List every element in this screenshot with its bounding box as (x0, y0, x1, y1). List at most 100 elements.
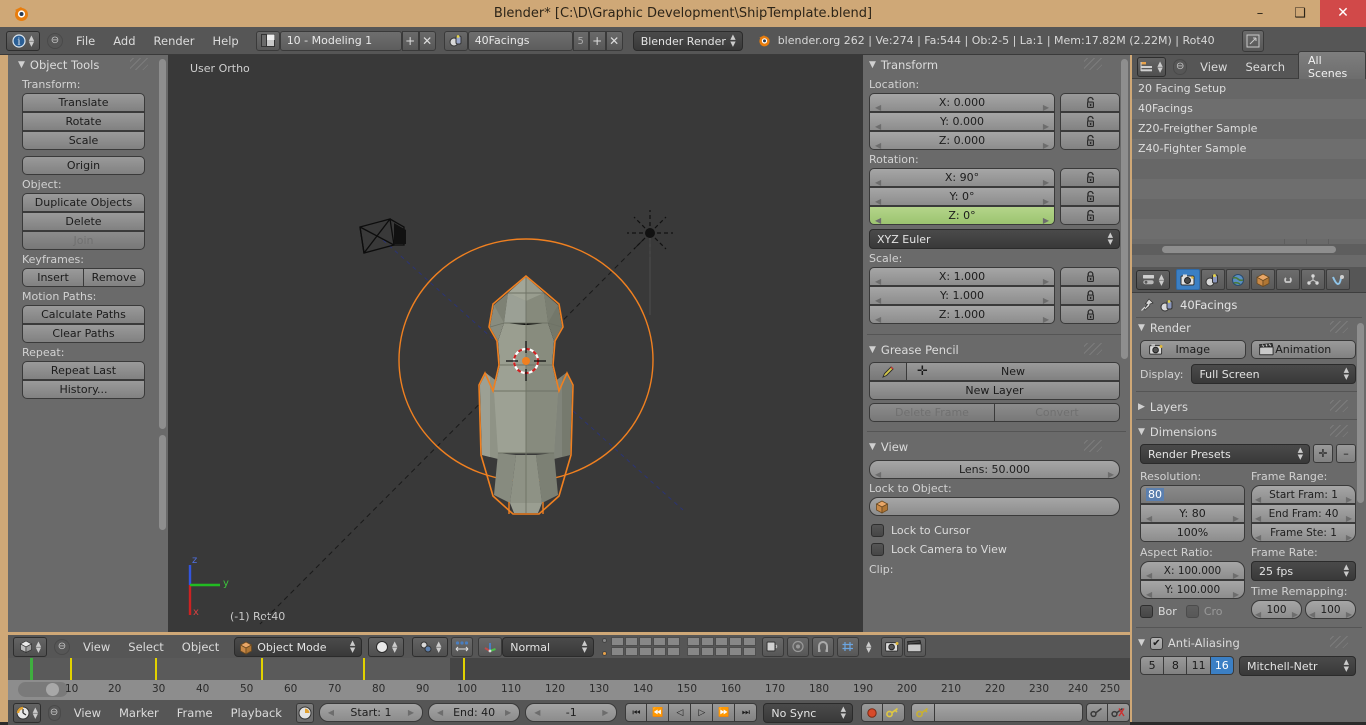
menu-file[interactable]: File (67, 32, 104, 50)
scale-y-field[interactable]: ◀ Y: 1.000 ▶ (869, 286, 1055, 305)
timeline-editor-type-selector[interactable]: ▲ ▼ (13, 702, 41, 723)
viewport-editor-type-selector[interactable]: ▲ ▼ (13, 636, 47, 657)
scale-x-field[interactable]: ◀ X: 1.000 ▶ (869, 267, 1055, 286)
end-frame-field[interactable]: ◀ End: 40 ▶ (428, 703, 521, 722)
tab-render[interactable] (1176, 269, 1200, 290)
end-frame-field[interactable]: ◀ End Fram: 40 ▶ (1251, 504, 1356, 523)
insert-keyframe-button[interactable] (1085, 703, 1108, 722)
scene-layers-group-2[interactable] (687, 637, 757, 656)
jump-to-start-button[interactable]: ⏮ (625, 703, 648, 722)
menu-render[interactable]: Render (145, 32, 204, 50)
insert-keyframe-button[interactable]: Insert (22, 268, 84, 287)
grease-pencil-new-button[interactable]: ✛ New (907, 362, 1120, 381)
time-remap-new-field[interactable]: ◀ 100 ▶ (1305, 600, 1356, 619)
transform-orientation-icon[interactable] (478, 636, 503, 657)
rotate-button[interactable]: Rotate (22, 112, 145, 131)
calculate-paths-button[interactable]: Calculate Paths (22, 305, 145, 324)
dimensions-panel-header[interactable]: ▼ Dimensions (1132, 422, 1366, 442)
timeline-keyframe[interactable] (261, 658, 263, 680)
history-button[interactable]: History... (22, 380, 145, 399)
viewport-shading-dropdown[interactable]: ▲ ▼ (368, 636, 405, 657)
collapse-outliner-menus-icon[interactable]: ⊖ (1173, 58, 1188, 75)
timeline-menu-frame[interactable]: Frame (168, 704, 222, 722)
lock-scale-x-toggle[interactable] (1060, 267, 1120, 286)
timeline-ruler[interactable]: 10 20 30 40 50 60 70 80 90 100 110 120 1… (8, 680, 1130, 700)
timeline-menu-playback[interactable]: Playback (222, 704, 291, 722)
outliner-item[interactable]: 40Facings (1132, 99, 1366, 119)
timeline-scroll-handle[interactable] (18, 682, 68, 697)
outliner-item[interactable]: Z40-Fighter Sample (1132, 139, 1366, 159)
delete-button[interactable]: Delete (22, 212, 145, 231)
lens-field[interactable]: ◀ Lens: 50.000 ▶ (869, 460, 1120, 479)
render-opengl-animation-icon[interactable] (904, 636, 927, 657)
aspect-x-field[interactable]: ◀ X: 100.000 ▶ (1140, 561, 1245, 580)
border-checkbox[interactable] (1140, 605, 1153, 618)
delete-screen-layout-button[interactable]: ✕ (418, 30, 436, 51)
render-image-button[interactable]: Image (1140, 340, 1246, 359)
outliner-horizontal-scrollbar[interactable] (1132, 244, 1366, 255)
delete-scene-button[interactable]: ✕ (605, 30, 623, 51)
lock-camera-to-view-checkbox[interactable] (871, 543, 884, 556)
rotation-mode-dropdown[interactable]: XYZ Euler ▲ ▼ (869, 229, 1120, 249)
outliner-editor-type-selector[interactable]: ▲ ▼ (1137, 56, 1167, 77)
keying-set-icon[interactable] (910, 703, 935, 722)
timeline-menu-view[interactable]: View (65, 704, 110, 722)
add-scene-button[interactable]: + (588, 30, 606, 51)
display-mode-dropdown[interactable]: Full Screen ▲ ▼ (1191, 364, 1356, 384)
tab-scene[interactable] (1201, 269, 1225, 290)
aa-samples-11-button[interactable]: 11 (1187, 656, 1211, 675)
join-button[interactable]: Join (22, 231, 145, 250)
rotation-x-field[interactable]: ◀ X: 90° ▶ (869, 168, 1055, 187)
render-opengl-image-icon[interactable] (881, 636, 904, 657)
screen-layout-field[interactable]: 10 - Modeling 1 (279, 30, 402, 51)
npanel-scrollbar[interactable] (1121, 59, 1128, 359)
delete-keyframe-button[interactable] (1107, 703, 1130, 722)
lock-layers-icon[interactable] (762, 636, 785, 657)
aa-filter-dropdown[interactable]: Mitchell-Netr ▲ ▼ (1238, 656, 1356, 676)
lock-scale-y-toggle[interactable] (1060, 286, 1120, 305)
viewport-menu-object[interactable]: Object (173, 638, 228, 656)
tab-physics[interactable] (1301, 269, 1325, 290)
interaction-mode-dropdown[interactable]: Object Mode ▲ ▼ (234, 636, 363, 657)
timeline-menu-marker[interactable]: Marker (110, 704, 168, 722)
convert-button[interactable]: Convert (995, 403, 1120, 422)
menu-add[interactable]: Add (104, 32, 144, 50)
snap-magnet-icon[interactable] (812, 636, 835, 657)
location-y-field[interactable]: ◀ Y: 0.000 ▶ (869, 112, 1055, 131)
origin-button[interactable]: Origin (22, 156, 145, 175)
lock-scale-z-toggle[interactable] (1060, 305, 1120, 324)
resolution-y-field[interactable]: ◀ Y: 80 ▶ (1140, 504, 1245, 523)
lock-location-z-toggle[interactable] (1060, 131, 1120, 150)
transform-orientation-dropdown[interactable]: Normal ▲ ▼ (502, 636, 595, 657)
lock-location-x-toggle[interactable] (1060, 93, 1120, 112)
lock-rotation-x-toggle[interactable] (1060, 168, 1120, 187)
close-button[interactable]: ✕ (1320, 0, 1366, 27)
lock-to-cursor-checkbox[interactable] (871, 524, 884, 537)
tab-data[interactable] (1326, 269, 1350, 290)
translate-button[interactable]: Translate (22, 93, 145, 112)
clear-paths-button[interactable]: Clear Paths (22, 324, 145, 343)
aa-samples-5-button[interactable]: 5 (1140, 656, 1165, 675)
transform-panel-header[interactable]: ▼ Transform (863, 55, 1130, 75)
render-presets-dropdown[interactable]: Render Presets ▲ ▼ (1140, 444, 1310, 464)
collapse-viewport-menus-icon[interactable]: ⊖ (54, 638, 70, 655)
location-x-field[interactable]: ◀ X: 0.000 ▶ (869, 93, 1055, 112)
record-button[interactable] (860, 703, 883, 722)
previous-keyframe-button[interactable]: ⏪ (647, 703, 670, 722)
collapse-menus-icon[interactable]: ⊖ (47, 32, 63, 49)
scene-icon[interactable] (443, 30, 468, 51)
pivot-point-dropdown[interactable]: ▲ ▼ (412, 636, 449, 657)
scene-layers-group-1[interactable] (611, 637, 681, 656)
location-z-field[interactable]: ◀ Z: 0.000 ▶ (869, 131, 1055, 150)
object-tools-header[interactable]: ▼ Object Tools (8, 55, 158, 75)
collapse-timeline-menus-icon[interactable]: ⊖ (47, 704, 61, 721)
aa-samples-8-button[interactable]: 8 (1164, 656, 1188, 675)
properties-editor-type-selector[interactable]: ▲ ▼ (1136, 269, 1170, 290)
aspect-y-field[interactable]: ◀ Y: 100.000 ▶ (1140, 580, 1245, 599)
viewport-menu-select[interactable]: Select (119, 638, 172, 656)
resolution-percent-field[interactable]: 100% (1140, 523, 1245, 542)
outliner-display-mode-dropdown[interactable]: All Scenes (1297, 50, 1366, 83)
jump-to-end-button[interactable]: ⏭ (735, 703, 758, 722)
timeline-keyframe[interactable] (363, 658, 365, 680)
next-keyframe-button[interactable]: ⏩ (713, 703, 736, 722)
